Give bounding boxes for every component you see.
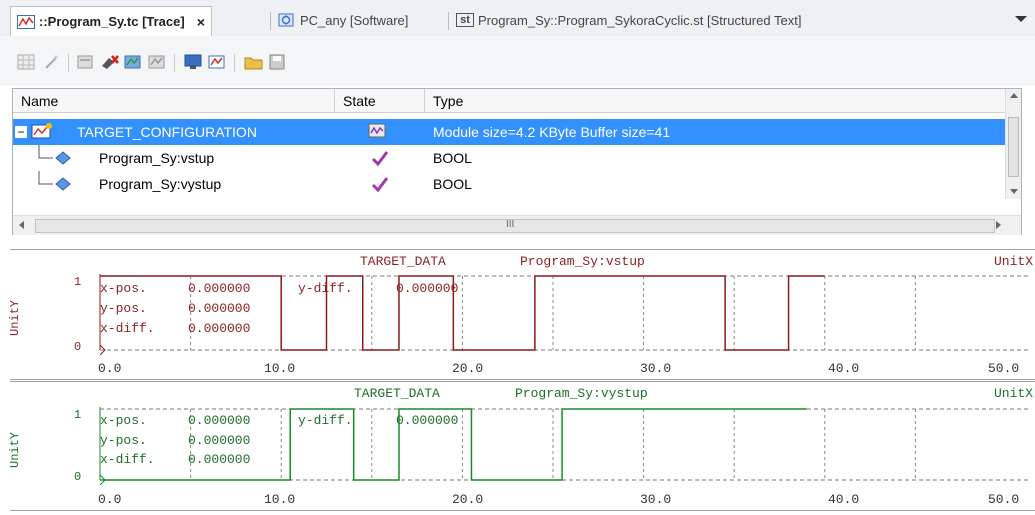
- vertical-scroll-thumb[interactable]: [1008, 117, 1019, 177]
- tab-pc-any[interactable]: PC_any [Software]: [278, 7, 408, 33]
- trace-view-icon[interactable]: [208, 52, 228, 72]
- xdiff-label: x-diff.: [100, 321, 155, 336]
- xpos-label: x-pos.: [100, 281, 147, 296]
- tree-vertical-scrollbar[interactable]: [1005, 89, 1021, 199]
- add-variable-icon[interactable]: [76, 52, 96, 72]
- x-tick-label: 10.0: [264, 492, 296, 507]
- x-tick-label: 50.0: [988, 492, 1020, 507]
- unitx-label: UnitX: [993, 386, 1033, 401]
- tab-list-dropdown-icon[interactable]: [1015, 16, 1027, 22]
- software-icon: [278, 13, 294, 27]
- x-tick-label: 0.0: [98, 492, 122, 507]
- unity-label: UnitY: [8, 431, 22, 468]
- display-icon[interactable]: [184, 52, 204, 72]
- x-tick-label: 30.0: [640, 492, 672, 507]
- y-bottom-label: 0: [74, 470, 82, 484]
- ydiff-value: 0.000000: [396, 281, 459, 296]
- x-tick-label: 40.0: [828, 361, 860, 376]
- tree-branch-line: [38, 171, 71, 191]
- tab-trace-label: ::Program_Sy.tc [Trace]: [39, 14, 185, 29]
- ypos-label: y-pos.: [100, 301, 147, 316]
- column-header-type[interactable]: Type: [425, 89, 1013, 113]
- check-icon: [371, 177, 389, 193]
- unity-label: UnitY: [8, 299, 22, 336]
- ydiff-label: y-diff.: [298, 413, 353, 428]
- scroll-left-icon[interactable]: [19, 221, 24, 229]
- x-tick-label: 10.0: [264, 361, 296, 376]
- download-trace-icon[interactable]: [124, 52, 144, 72]
- tree-row-name: TARGET_CONFIGURATION: [77, 124, 257, 140]
- tree-row-type: BOOL: [433, 150, 472, 166]
- scroll-grip: III: [506, 219, 515, 230]
- folder-open-icon[interactable]: [244, 52, 264, 72]
- unitx-label: UnitX: [993, 254, 1033, 269]
- tab-separator: [270, 12, 271, 30]
- xdiff-value: 0.000000: [188, 321, 251, 336]
- document-tab-bar: ::Program_Sy.tc [Trace] × PC_any [Softwa…: [0, 0, 1035, 36]
- trace-variable-label: Program_Sy:vystup: [515, 386, 648, 401]
- upload-trace-icon[interactable]: [148, 52, 168, 72]
- trace-plot-area: [99, 274, 1028, 356]
- trace-toolbar: [0, 36, 1035, 86]
- scroll-up-icon[interactable]: [1010, 93, 1018, 98]
- tree-row-vstup[interactable]: Program_Sy:vstup BOOL: [13, 145, 1013, 171]
- delete-variable-icon[interactable]: [100, 52, 120, 72]
- tab-structured-text[interactable]: st Program_Sy::Program_SykoraCyclic.st […: [456, 7, 801, 33]
- trace-source-label: TARGET_DATA: [360, 254, 446, 269]
- ypos-value: 0.000000: [188, 433, 251, 448]
- tree-header: Name State Type: [13, 89, 1013, 113]
- tree-horizontal-scrollbar[interactable]: III: [13, 215, 1021, 235]
- x-tick-label: 40.0: [828, 492, 860, 507]
- x-tick-label: 20.0: [452, 361, 484, 376]
- x-tick-label: 50.0: [988, 361, 1020, 376]
- trace-icon: [17, 14, 35, 29]
- ydiff-label: y-diff.: [298, 281, 353, 296]
- x-tick-label: 0.0: [98, 361, 122, 376]
- y-top-label: 1: [74, 275, 82, 289]
- tab-separator: [448, 12, 449, 30]
- xpos-value: 0.000000: [188, 281, 251, 296]
- tab-pc-any-label: PC_any [Software]: [300, 12, 409, 28]
- column-header-state[interactable]: State: [335, 89, 425, 113]
- xdiff-label: x-diff.: [100, 452, 155, 467]
- trace-plot-area: [99, 407, 1028, 486]
- tree-row-target-configuration[interactable]: − TARGET_CONFIGURATION Module size=4.2 K…: [13, 119, 1013, 145]
- ypos-label: y-pos.: [100, 433, 147, 448]
- xdiff-value: 0.000000: [188, 452, 251, 467]
- st-icon: st: [456, 13, 474, 27]
- save-icon[interactable]: [268, 52, 288, 72]
- column-header-name[interactable]: Name: [13, 89, 335, 113]
- grid-icon[interactable]: [16, 52, 36, 72]
- ydiff-value: 0.000000: [396, 413, 459, 428]
- xpos-value: 0.000000: [188, 413, 251, 428]
- toolbar-separator: [174, 54, 175, 72]
- trace-plot-vstup[interactable]: TARGET_DATA Program_Sy:vstup UnitX UnitY…: [8, 249, 1035, 380]
- trace-variable-tree: Name State Type − TARGET_CONFIGURATION M…: [12, 88, 1022, 235]
- collapse-icon[interactable]: −: [15, 126, 27, 138]
- tree-branch-line: [38, 145, 71, 165]
- trace-variable-label: Program_Sy:vstup: [520, 254, 645, 269]
- trace-plot-vystup[interactable]: TARGET_DATA Program_Sy:vystup UnitX Unit…: [8, 381, 1035, 511]
- horizontal-scroll-thumb[interactable]: III: [35, 219, 995, 233]
- wand-icon[interactable]: [42, 52, 62, 72]
- xpos-label: x-pos.: [100, 413, 147, 428]
- y-bottom-label: 0: [74, 340, 82, 354]
- tree-row-type: Module size=4.2 KByte Buffer size=41: [433, 124, 671, 140]
- tab-trace[interactable]: ::Program_Sy.tc [Trace] ×: [10, 6, 212, 36]
- trace-source-label: TARGET_DATA: [354, 386, 440, 401]
- toolbar-separator: [68, 54, 69, 72]
- tree-row-vystup[interactable]: Program_Sy:vystup BOOL: [13, 171, 1013, 197]
- scroll-down-icon[interactable]: [1010, 189, 1018, 194]
- ypos-value: 0.000000: [188, 301, 251, 316]
- y-top-label: 1: [74, 408, 82, 422]
- toolbar-separator: [234, 54, 235, 72]
- x-tick-label: 30.0: [640, 361, 672, 376]
- tree-row-type: BOOL: [433, 176, 472, 192]
- tree-row-name: Program_Sy:vystup: [99, 176, 222, 192]
- x-tick-label: 20.0: [452, 492, 484, 507]
- scroll-right-icon[interactable]: [996, 221, 1001, 229]
- tree-row-name: Program_Sy:vstup: [99, 150, 215, 166]
- close-icon[interactable]: ×: [197, 14, 205, 30]
- tab-structured-text-label: Program_Sy::Program_SykoraCyclic.st [Str…: [478, 12, 802, 28]
